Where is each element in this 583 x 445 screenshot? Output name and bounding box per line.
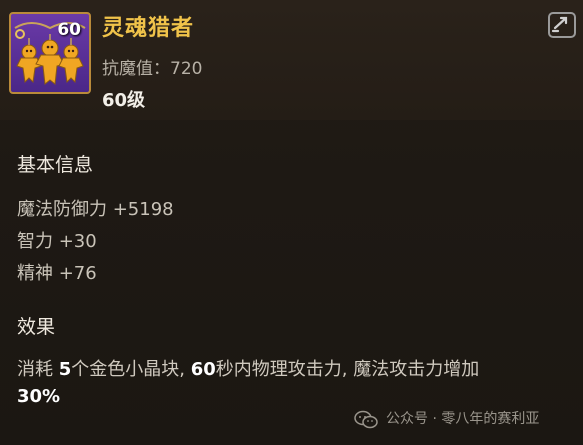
item-level: 60级 bbox=[102, 90, 146, 111]
effect-description-line1: 消耗 5个金色小晶块, 60秒内物理攻击力, 魔法攻击力增加 bbox=[17, 355, 479, 381]
effect-text-c: 秒内物理攻击力, 魔法攻击力增加 bbox=[215, 359, 480, 380]
effect-text-b: 个金色小晶块, bbox=[71, 359, 191, 380]
watermark: 公众号 · 零八年的赛利亚 bbox=[386, 411, 540, 427]
item-icon[interactable]: 60 bbox=[9, 12, 91, 94]
swap-arrow-icon bbox=[551, 16, 568, 33]
stat-magic-defense: 魔法防御力 +5198 bbox=[17, 199, 174, 220]
basic-info-title: 基本信息 bbox=[17, 154, 94, 176]
wechat-icon bbox=[354, 410, 378, 429]
icon-level-badge: 60 bbox=[57, 20, 81, 40]
item-tooltip: 60 灵魂猎者 抗魔值：720 60级 基本信息 魔法防御力 +5198 智力 … bbox=[0, 0, 583, 445]
effect-title: 效果 bbox=[17, 316, 56, 338]
effect-text-a: 消耗 bbox=[17, 359, 59, 380]
compare-button[interactable] bbox=[548, 12, 576, 38]
stat-intelligence: 智力 +30 bbox=[17, 231, 97, 252]
effect-crystal-count: 5 bbox=[58, 359, 72, 380]
item-name: 灵魂猎者 bbox=[102, 16, 195, 41]
effect-percent: 30% bbox=[17, 386, 61, 407]
stat-spirit: 精神 +76 bbox=[17, 263, 97, 284]
tooltip-header: 60 灵魂猎者 抗魔值：720 60级 bbox=[0, 0, 583, 120]
effect-duration: 60 bbox=[190, 359, 216, 380]
resist-value: 抗魔值：720 bbox=[102, 59, 203, 79]
